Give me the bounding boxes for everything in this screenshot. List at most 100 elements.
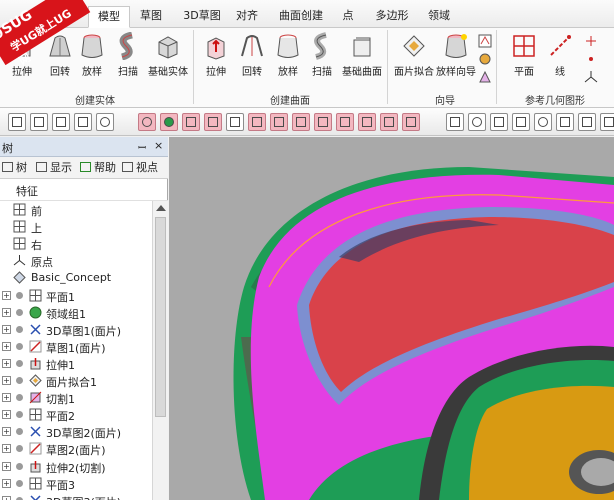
tab-viewpoint[interactable]: 视点 [120,160,158,176]
expand-icon[interactable]: + [2,290,11,300]
tree-row[interactable]: 上 [0,218,152,235]
small-tool-icon[interactable] [478,52,492,66]
tree-row[interactable]: + 切割1 [0,389,152,406]
ref-line-button[interactable]: 线 [538,32,582,80]
visibility-icon[interactable] [16,462,23,470]
expand-icon[interactable]: + [2,410,11,420]
tree-row[interactable]: + 草图1(面片) [0,338,152,355]
tree-row[interactable]: + 领域组1 [0,304,152,321]
visibility-icon[interactable] [16,394,23,402]
toolbar-button[interactable] [512,113,530,131]
visibility-icon[interactable] [16,377,23,384]
expand-icon[interactable]: + [2,393,11,403]
tree-row[interactable]: + 面片拟合1 [0,372,152,389]
toolbar-button[interactable] [534,113,552,131]
expand-icon[interactable]: + [2,427,11,437]
toolbar-button[interactable] [226,113,244,131]
tree-row[interactable]: + 拉伸1 [0,355,152,372]
tab-align[interactable]: 对齐 [232,6,262,28]
tab-3d-sketch[interactable]: 3D草图 [180,6,224,28]
visibility-icon[interactable] [16,308,23,316]
expand-icon[interactable]: + [2,324,11,334]
tree-row[interactable]: 前 [0,201,152,218]
tab-polygon[interactable]: 多边形 [372,6,412,28]
expand-icon[interactable]: + [2,461,11,471]
tab-surface-create[interactable]: 曲面创建 [276,6,326,28]
pin-icon[interactable]: ꟷ [138,140,146,154]
tree-row[interactable]: 原点 [0,252,152,269]
toolbar-toggle-button[interactable] [380,113,398,131]
toolbar-toggle-button[interactable] [270,113,288,131]
toolbar-button[interactable] [600,113,614,131]
3d-viewport[interactable] [169,137,614,500]
small-tool-icon[interactable] [478,34,492,48]
toolbar-toggle-button[interactable] [182,113,200,131]
toolbar-toggle-button[interactable] [402,113,420,131]
expand-icon[interactable]: + [2,478,11,488]
tree-row[interactable]: + 平面2 [0,406,152,423]
basic-surface-button[interactable]: 基础曲面 [338,32,386,80]
visibility-icon[interactable] [16,325,23,333]
point-icon[interactable] [584,34,598,48]
toolbar-toggle-button[interactable] [204,113,222,131]
expand-icon[interactable]: + [2,376,11,385]
visibility-icon[interactable] [16,445,23,453]
toolbar-button[interactable] [490,113,508,131]
mesh-fit-button[interactable]: 面片拟合 [390,32,438,80]
visibility-icon[interactable] [16,342,23,350]
toolbar-toggle-button[interactable] [336,113,354,131]
toolbar-button[interactable] [468,113,486,131]
toolbar-toggle-button[interactable] [160,113,178,131]
tab-tree[interactable]: 树 [0,160,27,176]
coordinate-icon[interactable] [584,70,598,84]
expand-icon[interactable]: + [2,444,11,454]
tree-row[interactable]: +3D草图1(面片) [0,321,152,338]
tab-sketch[interactable]: 草图 [134,6,168,28]
tree-scrollbar[interactable] [152,201,168,500]
close-icon[interactable]: × [154,139,163,152]
expand-icon[interactable]: + [2,495,11,500]
toolbar-toggle-button[interactable] [358,113,376,131]
toolbar-toggle-button[interactable] [292,113,310,131]
toolbar-button[interactable] [52,113,70,131]
tab-model[interactable]: 模型 [88,6,130,28]
toolbar-toggle-button[interactable] [248,113,266,131]
tab-point[interactable]: 点 [338,6,358,28]
visibility-icon[interactable] [16,411,23,419]
tree-row[interactable]: + 草图2(面片) [0,440,152,457]
visibility-icon[interactable] [16,428,23,436]
toolbar-toggle-button[interactable] [314,113,332,131]
tab-region[interactable]: 领域 [424,6,454,28]
toolbar-button[interactable] [8,113,26,131]
tree-row[interactable]: 右 [0,235,152,252]
tree-row[interactable]: +3D草图2(面片) [0,423,152,440]
basic-solid-button[interactable]: 基础实体 [144,32,192,80]
small-tool-icon[interactable] [478,70,492,84]
tree-row[interactable]: + 平面1 [0,287,152,304]
model-render[interactable] [169,137,614,500]
expand-icon[interactable]: + [2,307,11,317]
visibility-icon[interactable] [16,291,23,299]
toolbar-button[interactable] [578,113,596,131]
toolbar-button[interactable] [446,113,464,131]
loft-wizard-button[interactable]: 放样向导 [432,32,480,80]
expand-icon[interactable]: + [2,341,11,351]
scroll-up-icon[interactable] [156,205,166,211]
visibility-icon[interactable] [16,479,23,487]
point-icon[interactable] [584,52,598,66]
toolbar-button[interactable] [30,113,48,131]
scroll-thumb[interactable] [155,217,166,417]
tree-row[interactable]: +3D草图3(面片) [0,492,152,500]
tab-display[interactable]: 显示 [34,160,72,176]
toolbar-button[interactable] [556,113,574,131]
toolbar-button[interactable] [96,113,114,131]
tab-help[interactable]: 帮助 [78,160,116,176]
tree-row[interactable]: + 平面3 [0,475,152,492]
visibility-icon[interactable] [16,359,23,367]
toolbar-toggle-button[interactable] [138,113,156,131]
tree-row[interactable]: Basic_Concept [0,269,152,286]
toolbar-button[interactable] [74,113,92,131]
basic-solid-icon [158,36,178,59]
tree-row[interactable]: + 拉伸2(切割) [0,458,152,475]
expand-icon[interactable]: + [2,358,11,368]
